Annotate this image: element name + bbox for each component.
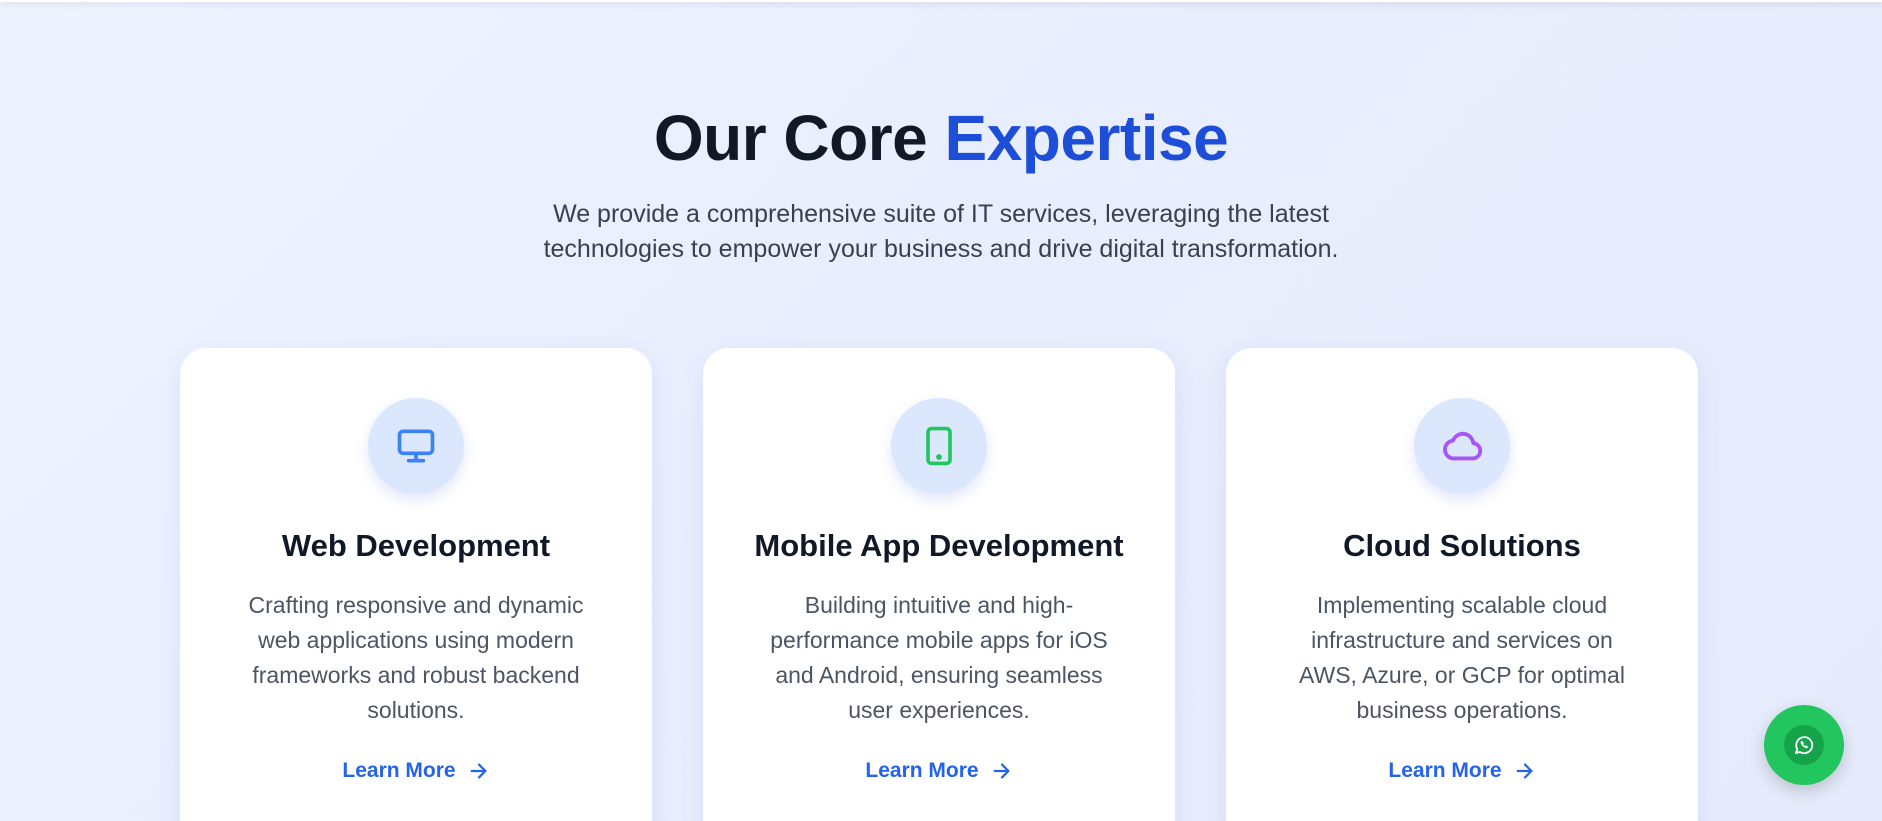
learn-more-link[interactable]: Learn More	[1226, 759, 1698, 783]
tablet-icon	[891, 398, 987, 494]
card-title: Mobile App Development	[754, 528, 1124, 563]
learn-more-link[interactable]: Learn More	[703, 759, 1175, 783]
header-bar-edge	[0, 0, 1882, 2]
service-card-cloud-solutions: Cloud Solutions Implementing scalable cl…	[1226, 348, 1698, 821]
card-description: Crafting responsive and dynamic web appl…	[248, 592, 584, 723]
section-title: Our Core Expertise	[0, 98, 1882, 178]
arrow-right-icon	[1516, 763, 1533, 779]
service-card-mobile-app-development: Mobile App Development Building intuitiv…	[703, 348, 1175, 821]
learn-more-label: Learn More	[1388, 759, 1502, 782]
arrow-right-icon	[470, 763, 487, 779]
whatsapp-chat-button[interactable]	[1764, 705, 1844, 785]
service-card-web-development: Web Development Crafting responsive and …	[180, 348, 652, 821]
section-title-accent: Expertise	[944, 102, 1229, 174]
section-subtitle: We provide a comprehensive suite of IT s…	[543, 200, 1339, 263]
learn-more-link[interactable]: Learn More	[180, 759, 652, 783]
monitor-icon	[368, 398, 464, 494]
learn-more-label: Learn More	[342, 759, 456, 782]
section-title-main: Our Core	[653, 102, 945, 174]
whatsapp-icon	[1784, 725, 1824, 765]
cloud-icon	[1414, 398, 1510, 494]
card-title: Cloud Solutions	[1343, 528, 1581, 563]
card-description: Implementing scalable cloud infrastructu…	[1299, 592, 1625, 723]
learn-more-label: Learn More	[865, 759, 979, 782]
card-title: Web Development	[281, 528, 551, 563]
card-description: Building intuitive and high-performance …	[770, 592, 1108, 723]
arrow-right-icon	[993, 763, 1010, 779]
